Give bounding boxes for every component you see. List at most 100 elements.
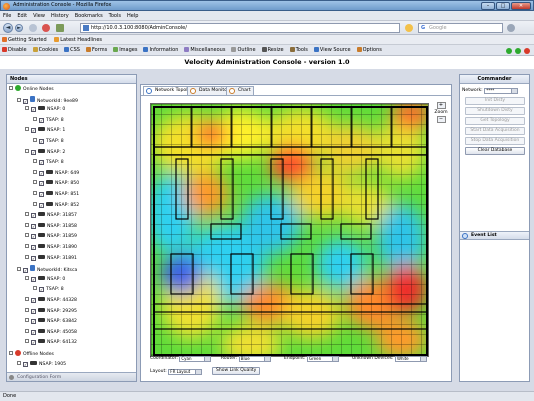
zoom-out-button[interactable]: −: [436, 116, 446, 123]
cmd-shutdown-disty-button[interactable]: Shutdown Disty: [465, 107, 525, 115]
expand-toggle-icon[interactable]: [25, 275, 29, 280]
devbar-outline[interactable]: Outline: [231, 45, 256, 56]
node-checkbox[interactable]: ✓: [23, 268, 28, 274]
tree-row-node[interactable]: ✓ NSAP: 31857: [25, 212, 77, 220]
menu-file[interactable]: File: [0, 11, 14, 21]
expand-toggle-icon[interactable]: [25, 148, 29, 153]
expand-toggle-icon[interactable]: [25, 233, 29, 238]
cmd-stop-data-acquisition-button[interactable]: Stop Data Acquisition: [465, 137, 525, 145]
event-list-header[interactable]: Event List: [460, 231, 529, 240]
devbar-tools[interactable]: Tools: [289, 45, 308, 56]
expand-toggle-icon[interactable]: [33, 191, 37, 195]
tree-row-node[interactable]: ✓ NSAP: 31890: [25, 244, 77, 252]
tree-row-node[interactable]: ✓ NSAP: 44328: [25, 297, 77, 305]
expand-toggle-icon[interactable]: [17, 360, 21, 365]
errors-icon[interactable]: [524, 48, 530, 54]
tree-row-group[interactable]: Offline Nodes: [9, 350, 54, 358]
tree-row-node[interactable]: ✓ NSAP: 45058: [25, 328, 77, 337]
bookmark-getting-started[interactable]: Getting Started: [2, 35, 47, 45]
expand-toggle-icon[interactable]: [25, 318, 29, 323]
node-checkbox[interactable]: ✓: [31, 149, 36, 155]
tree-row-node[interactable]: ✓ NSAP: 0: [25, 275, 65, 284]
expand-toggle-icon[interactable]: [25, 339, 29, 344]
node-checkbox[interactable]: ✓: [39, 202, 44, 208]
back-button[interactable]: ◄: [3, 23, 13, 33]
minimize-button[interactable]: –: [481, 2, 495, 10]
node-checkbox[interactable]: ✓: [31, 298, 36, 303]
endpoint-color-select[interactable]: Green: [306, 356, 339, 362]
expand-toggle-icon[interactable]: [17, 97, 21, 102]
node-checkbox[interactable]: ✓: [31, 308, 36, 314]
tree-row-node[interactable]: ✓ NSAP: 1: [25, 127, 65, 135]
devbar-view-source[interactable]: View Source: [313, 45, 351, 56]
node-checkbox[interactable]: ✓: [31, 234, 36, 240]
coordinator-color-select[interactable]: Cyan: [179, 356, 212, 362]
tree-row-node[interactable]: ✓ NSAP: 0: [25, 106, 65, 114]
forward-button[interactable]: ►: [15, 24, 23, 32]
expand-toggle-icon[interactable]: [33, 159, 37, 164]
node-checkbox[interactable]: ✓: [31, 107, 36, 113]
node-checkbox[interactable]: ✓: [31, 213, 36, 219]
maximize-button[interactable]: □: [496, 2, 510, 10]
node-checkbox[interactable]: ✓: [31, 223, 36, 229]
expand-toggle-icon[interactable]: [17, 267, 21, 272]
stop-icon[interactable]: [42, 24, 50, 32]
tree-row-node[interactable]: ✓ NSAP: 649: [33, 169, 79, 178]
node-checkbox[interactable]: ✓: [39, 139, 44, 144]
node-checkbox[interactable]: ✓: [39, 170, 44, 176]
devbar-information[interactable]: Information: [143, 45, 178, 56]
expand-toggle-icon[interactable]: [33, 138, 37, 142]
devbar-forms[interactable]: Forms: [85, 45, 107, 56]
menu-tools[interactable]: Tools: [106, 11, 124, 21]
bookmark-star-icon[interactable]: [405, 24, 413, 32]
tree-row-node[interactable]: ✓ NSAP: 2: [25, 148, 65, 157]
node-checkbox[interactable]: ✓: [31, 319, 36, 325]
show-link-quality-button[interactable]: Show Link Quality: [212, 367, 261, 375]
valid-css-icon[interactable]: [506, 48, 512, 54]
expand-toggle-icon[interactable]: [33, 201, 37, 206]
menu-bookmarks[interactable]: Bookmarks: [72, 11, 106, 21]
menu-history[interactable]: History: [48, 11, 72, 21]
tree-row-node[interactable]: ✓ NSAP: 31891: [25, 254, 77, 263]
expand-toggle-icon[interactable]: [25, 254, 29, 259]
expand-toggle-icon[interactable]: [25, 222, 29, 227]
devbar-cookies[interactable]: Cookies: [32, 45, 58, 56]
expand-toggle-icon[interactable]: [33, 180, 37, 185]
expand-toggle-icon[interactable]: [9, 86, 13, 90]
cmd-get-topology-button[interactable]: Get Topology: [465, 117, 525, 125]
tree-row-node[interactable]: ✓ NSAP: 31859: [25, 233, 77, 241]
tree-row-node[interactable]: ✓ NSAP: 29295: [25, 307, 77, 316]
node-checkbox[interactable]: ✓: [39, 117, 44, 123]
node-checkbox[interactable]: ✓: [31, 340, 36, 346]
tree-row-node[interactable]: ✓ NSAP: 63842: [25, 318, 77, 326]
close-button[interactable]: ✕: [511, 2, 531, 10]
node-checkbox[interactable]: ✓: [31, 276, 36, 282]
menu-help[interactable]: Help: [124, 11, 141, 21]
expand-toggle-icon[interactable]: [25, 106, 29, 111]
node-checkbox[interactable]: ✓: [39, 287, 44, 293]
tree-row-node[interactable]: ✓ NSAP: 851: [33, 191, 79, 199]
signal-heatmap-map[interactable]: [150, 103, 429, 357]
unknown-color-select[interactable]: White: [395, 356, 428, 362]
node-checkbox[interactable]: ✓: [31, 245, 36, 250]
search-input[interactable]: G Google: [418, 23, 503, 33]
node-checkbox[interactable]: ✓: [23, 98, 28, 104]
tree-row-net[interactable]: ✓ NetworkId: 9ee89: [17, 95, 78, 104]
address-bar[interactable]: http://10.0.3.100:8080/AdminConsole/: [80, 23, 400, 33]
menu-edit[interactable]: Edit: [14, 11, 30, 21]
tree-row-group[interactable]: Online Nodes: [9, 85, 54, 93]
search-go-icon[interactable]: [507, 24, 515, 32]
node-checkbox[interactable]: ✓: [23, 361, 28, 367]
expand-toggle-icon[interactable]: [33, 286, 37, 291]
cmd-clear-database-button[interactable]: Clear Database: [465, 147, 525, 155]
devbar-options[interactable]: Options: [356, 45, 382, 56]
tree-row-leaf[interactable]: ✓ TSAP: 8: [33, 116, 64, 125]
tree-row-leaf[interactable]: ✓ TSAP: 8: [33, 138, 64, 146]
node-checkbox[interactable]: ✓: [31, 128, 36, 134]
configuration-form-bar[interactable]: Configuration Form: [7, 372, 136, 381]
expand-toggle-icon[interactable]: [25, 127, 29, 132]
reload-icon[interactable]: [29, 24, 37, 32]
tree-row-leaf[interactable]: ✓ TSAP: 8: [33, 286, 64, 294]
expand-toggle-icon[interactable]: [25, 328, 29, 333]
menu-view[interactable]: View: [30, 11, 48, 21]
